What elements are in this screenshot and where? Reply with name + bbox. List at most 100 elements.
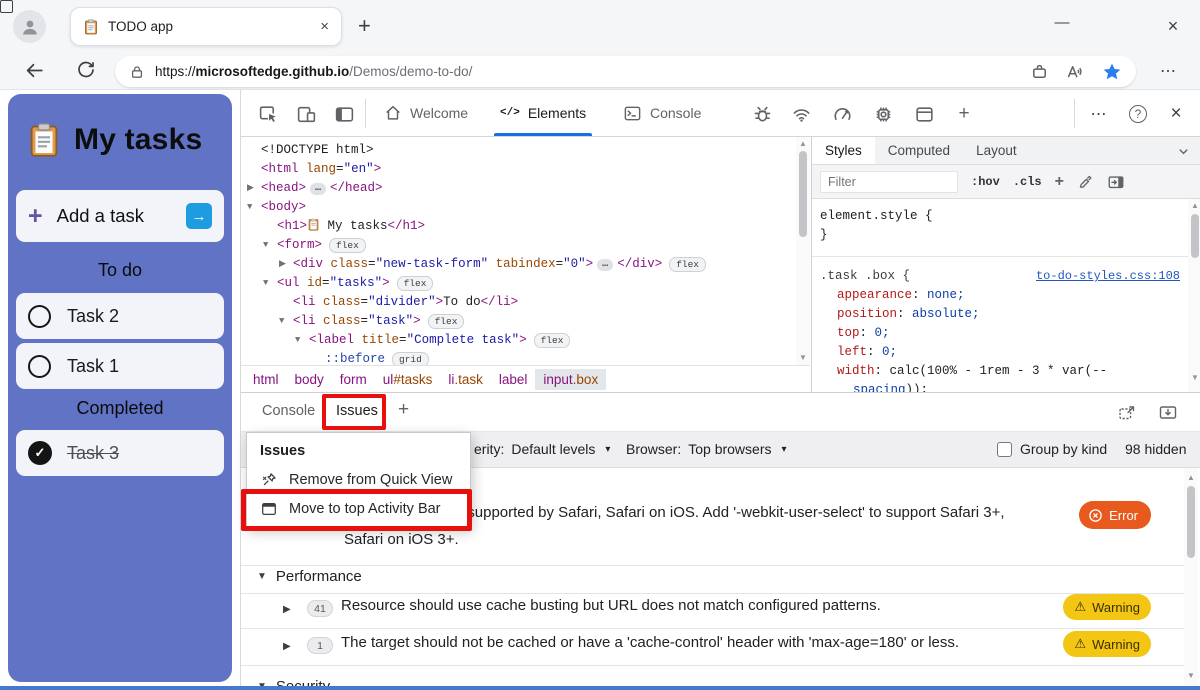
- element-style-rule[interactable]: element.style { }: [812, 199, 1188, 257]
- tri-down-icon[interactable]: ▼: [257, 571, 267, 582]
- browser-filter[interactable]: Browser: Top browsers ▾: [626, 441, 787, 457]
- tab-layout[interactable]: Layout: [963, 137, 1030, 164]
- help-icon[interactable]: ?: [1125, 101, 1151, 127]
- css-selector[interactable]: .task .box {: [820, 267, 910, 286]
- devtools-close-icon[interactable]: ×: [1163, 101, 1189, 127]
- browser-tab[interactable]: TODO app ×: [70, 7, 342, 46]
- task-checkbox-checked[interactable]: ✓: [28, 441, 52, 465]
- css-source-link[interactable]: to-do-styles.css:108: [1036, 267, 1180, 286]
- favorite-star-icon[interactable]: [1102, 62, 1122, 82]
- task-checkbox[interactable]: [28, 355, 51, 378]
- menu-item-label: Remove from Quick View: [289, 472, 452, 488]
- more-tools-plus-icon[interactable]: +: [951, 101, 977, 127]
- tab-styles[interactable]: Styles: [812, 137, 875, 164]
- breadcrumb-item[interactable]: label: [491, 369, 536, 390]
- css-property[interactable]: left: 0;: [820, 343, 1180, 362]
- task-item[interactable]: Task 1: [16, 343, 224, 389]
- elements-tree-node[interactable]: ▶<div class="new-task-form" tabindex="0"…: [241, 255, 796, 274]
- completed-section-header: Completed: [16, 398, 224, 419]
- breadcrumb-item[interactable]: ul#tasks: [375, 369, 441, 390]
- issue-count-badge: 41: [307, 600, 333, 617]
- tab-close-icon[interactable]: ×: [320, 18, 329, 35]
- elements-tree-node[interactable]: ▼<li class="task">flex: [241, 312, 796, 331]
- device-emulation-icon[interactable]: [293, 101, 319, 127]
- elements-tree-node[interactable]: ▼<label title="Complete task">flex: [241, 331, 796, 350]
- todo-section-header: To do: [16, 260, 224, 281]
- css-property-wrap[interactable]: spacing));: [820, 381, 1180, 392]
- elements-tree-node[interactable]: <li class="divider">To do</li>: [241, 293, 796, 312]
- color-format-brush-icon[interactable]: [1077, 173, 1094, 190]
- elements-tree-node[interactable]: ▼<form>flex: [241, 236, 796, 255]
- back-button[interactable]: [24, 60, 45, 81]
- tab-console[interactable]: Console: [613, 90, 711, 136]
- activity-bar-location-icon[interactable]: [331, 101, 357, 127]
- breadcrumb-item[interactable]: li.task: [440, 369, 491, 390]
- quickview-tab-console[interactable]: Console: [262, 403, 315, 419]
- tab-computed[interactable]: Computed: [875, 137, 963, 164]
- task-item-completed[interactable]: ✓ Task 3: [16, 430, 224, 476]
- read-aloud-icon[interactable]: [1065, 62, 1086, 81]
- unpin-icon: [260, 471, 278, 489]
- layout-window-icon[interactable]: [911, 101, 937, 127]
- expand-quickview-icon[interactable]: [1158, 402, 1178, 422]
- hidden-issues-count[interactable]: 98 hidden: [1125, 441, 1187, 457]
- styles-scrollbar[interactable]: ▲ ▼: [1188, 199, 1200, 392]
- tab-elements[interactable]: </> Elements: [490, 90, 596, 136]
- tri-right-icon[interactable]: ▶: [283, 641, 291, 652]
- issues-section-performance[interactable]: ▼ Performance: [257, 568, 362, 585]
- profile-avatar[interactable]: [13, 10, 46, 43]
- elements-tree-node[interactable]: ▼<body>: [241, 198, 796, 217]
- breadcrumb-item[interactable]: input.box: [535, 369, 606, 390]
- task-box-rule[interactable]: .task .box { to-do-styles.css:108 appear…: [812, 257, 1188, 392]
- elements-tree-node[interactable]: ▶<head>…</head>: [241, 179, 796, 198]
- task-checkbox[interactable]: [28, 305, 51, 328]
- elements-tree-node[interactable]: <h1> My tasks</h1>: [241, 217, 796, 236]
- group-by-kind-toggle[interactable]: Group by kind: [997, 441, 1107, 457]
- submit-task-arrow-button[interactable]: →: [186, 203, 212, 229]
- toggle-classes[interactable]: .cls: [1013, 175, 1042, 189]
- new-tab-button[interactable]: +: [358, 13, 371, 39]
- address-bar[interactable]: https://microsoftedge.github.io/Demos/de…: [115, 56, 1136, 87]
- performance-gauge-icon[interactable]: [829, 101, 855, 127]
- add-task-label: Add a task: [57, 205, 186, 227]
- refresh-button[interactable]: [76, 60, 96, 80]
- css-property[interactable]: width: calc(100% - 1rem - 3 * var(--: [820, 362, 1180, 381]
- issues-bug-icon[interactable]: [749, 101, 775, 127]
- add-task-button[interactable]: + Add a task →: [16, 190, 224, 242]
- task-item[interactable]: Task 2: [16, 293, 224, 339]
- elements-tree-node[interactable]: ::beforegrid: [241, 350, 796, 365]
- css-property[interactable]: appearance: none;: [820, 286, 1180, 305]
- inspect-element-icon[interactable]: [255, 101, 281, 127]
- devtools: Welcome </> Elements Console + ⋯: [240, 90, 1200, 690]
- tab-welcome[interactable]: Welcome: [374, 90, 478, 136]
- browser-essentials-icon[interactable]: [1030, 62, 1049, 81]
- breadcrumb-item[interactable]: form: [332, 369, 375, 390]
- elements-scrollbar[interactable]: ▲ ▼: [796, 137, 810, 365]
- css-property[interactable]: position: absolute;: [820, 305, 1180, 324]
- application-cpu-icon[interactable]: [870, 101, 896, 127]
- dock-quickview-icon[interactable]: [1117, 402, 1137, 422]
- css-property[interactable]: top: 0;: [820, 324, 1180, 343]
- more-options-icon[interactable]: ⋯: [1086, 101, 1112, 127]
- window-close-button[interactable]: ×: [1163, 16, 1183, 37]
- lock-icon[interactable]: [129, 64, 145, 80]
- breadcrumb-item[interactable]: html: [245, 369, 287, 390]
- styles-filter-input[interactable]: [820, 171, 958, 193]
- new-style-rule-icon[interactable]: +: [1055, 173, 1064, 191]
- tri-right-icon[interactable]: ▶: [283, 604, 291, 615]
- breadcrumb-item[interactable]: body: [287, 369, 332, 390]
- window-minimize-button[interactable]: —: [1052, 14, 1072, 31]
- quickview-add-tab-icon[interactable]: +: [398, 399, 409, 421]
- network-wifi-icon[interactable]: [788, 101, 814, 127]
- dock-sidebar-icon[interactable]: [1107, 173, 1125, 191]
- issues-scrollbar[interactable]: ▲ ▼: [1184, 468, 1198, 690]
- severity-filter[interactable]: erity: Default levels ▾: [474, 441, 610, 457]
- elements-tree-node[interactable]: <html lang="en">: [241, 160, 796, 179]
- settings-menu-icon[interactable]: ⋯: [1160, 61, 1177, 81]
- window-maximize-button[interactable]: [0, 0, 13, 13]
- elements-tree-node[interactable]: ▼<ul id="tasks">flex: [241, 274, 796, 293]
- toggle-hover-state[interactable]: :hov: [971, 175, 1000, 189]
- chevron-down-icon[interactable]: [1177, 145, 1190, 158]
- elements-tree-node[interactable]: <!DOCTYPE html>: [241, 141, 796, 160]
- checkbox-unchecked[interactable]: [997, 442, 1012, 457]
